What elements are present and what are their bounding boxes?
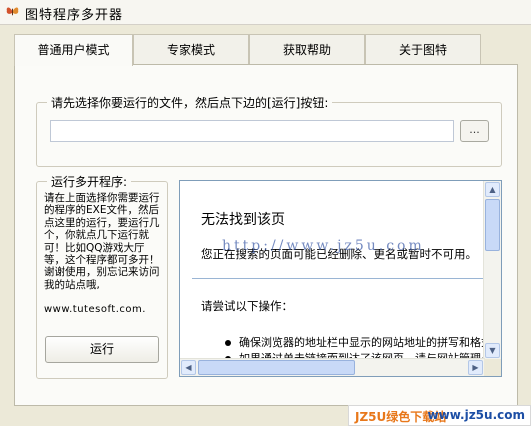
list-item: 确保浏览器的地址栏中显示的网站地址的拼写和格式正确无误。 bbox=[225, 334, 485, 350]
scroll-left-icon[interactable]: ◀ bbox=[181, 360, 196, 375]
window-title: 图特程序多开器 bbox=[25, 8, 124, 23]
site-url: www.tutesoft.com. bbox=[44, 304, 146, 315]
file-select-legend: 请先选择你要运行的文件，然后点下边的[运行]按钮: bbox=[47, 94, 333, 111]
scroll-down-icon[interactable]: ▼ bbox=[485, 343, 500, 358]
scroll-right-icon[interactable]: ▶ bbox=[468, 360, 483, 375]
list-item-text: 确保浏览器的地址栏中显示的网站地址的拼写和格式正确无误。 bbox=[239, 336, 485, 349]
run-group-legend: 运行多开程序: bbox=[47, 173, 132, 190]
site-banner: JZ5U绿色下载站 www.jz5u.com bbox=[348, 405, 531, 426]
bullet-icon bbox=[225, 340, 231, 346]
error-title: 无法找到该页 bbox=[201, 212, 285, 228]
title-bar[interactable]: 图特程序多开器 bbox=[0, 0, 531, 25]
tab-about[interactable]: 关于图特 bbox=[365, 34, 481, 64]
browser-page: 无法找到该页 您正在搜索的页面可能已经删除、更名或暂时不可用。 请尝试以下操作：… bbox=[180, 181, 485, 360]
scroll-up-icon[interactable]: ▲ bbox=[485, 182, 500, 197]
scroll-corner bbox=[484, 359, 501, 376]
try-heading: 请尝试以下操作： bbox=[201, 299, 293, 313]
horizontal-scrollbar[interactable]: ◀ ▶ bbox=[180, 358, 485, 376]
embedded-browser[interactable]: 无法找到该页 您正在搜索的页面可能已经删除、更名或暂时不可用。 请尝试以下操作：… bbox=[179, 180, 502, 377]
tab-normal-mode[interactable]: 普通用户模式 bbox=[14, 34, 133, 66]
tab-get-help[interactable]: 获取帮助 bbox=[249, 34, 365, 64]
scroll-thumb[interactable] bbox=[198, 360, 355, 375]
divider bbox=[192, 278, 485, 279]
run-button[interactable]: 运行 bbox=[45, 336, 159, 363]
tab-bar: 普通用户模式 专家模式 获取帮助 关于图特 bbox=[14, 34, 518, 66]
run-description: 请在上面选择你需要运行的程序的EXE文件，然后点这里的运行，要运行几个，你就点几… bbox=[44, 192, 160, 291]
vertical-scrollbar[interactable]: ▲ ▼ bbox=[483, 181, 501, 360]
tab-expert-mode[interactable]: 专家模式 bbox=[133, 34, 249, 64]
browse-button[interactable]: ... bbox=[460, 120, 489, 142]
file-path-input[interactable] bbox=[50, 120, 454, 142]
butterfly-icon bbox=[6, 7, 19, 16]
scroll-thumb[interactable] bbox=[485, 199, 500, 251]
watermark: http://www.jz5u.com bbox=[222, 238, 425, 254]
banner-domain: www.jz5u.com bbox=[427, 408, 525, 422]
